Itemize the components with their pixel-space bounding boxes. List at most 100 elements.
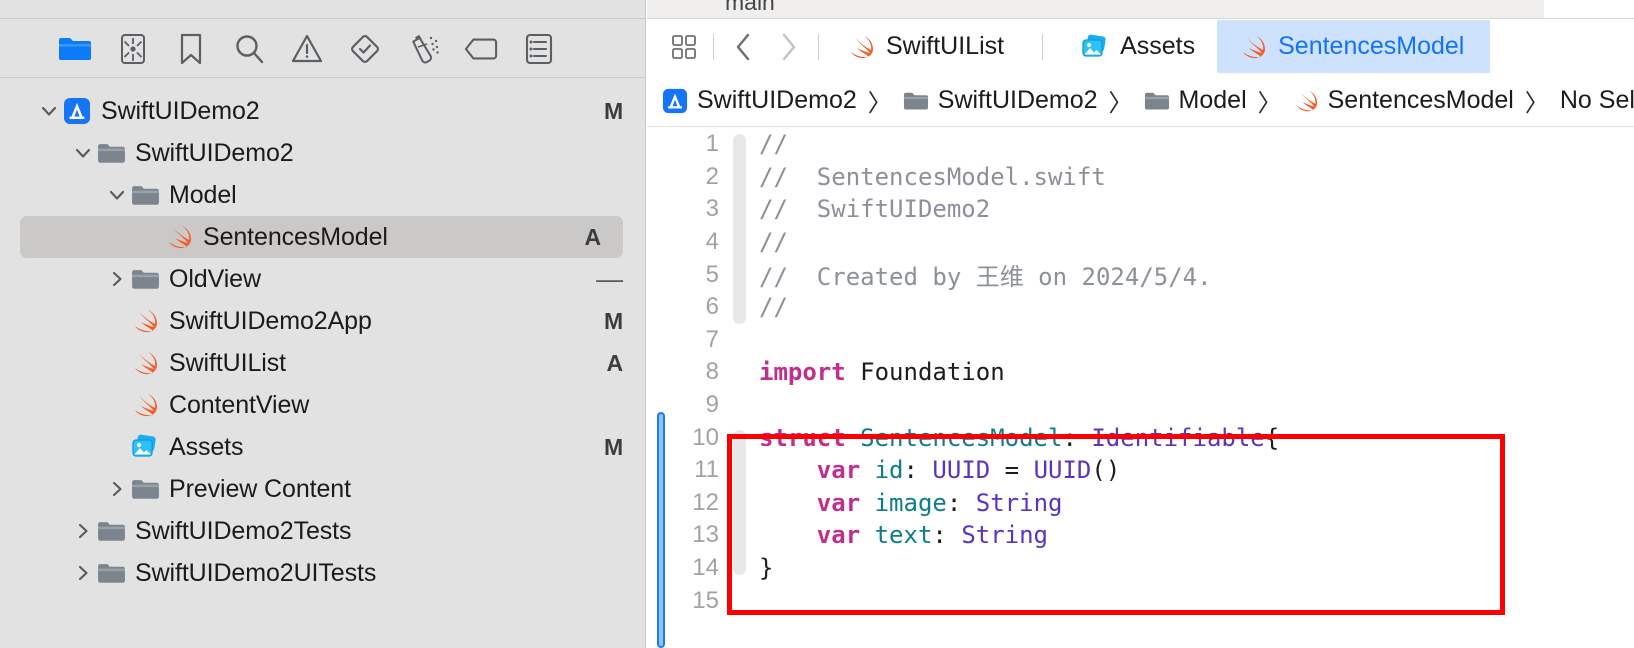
issue-navigator-icon[interactable] [290, 32, 324, 66]
code-line-text: var id: UUID = UUID() [759, 456, 1120, 484]
code-line[interactable]: 8 import Foundation [647, 356, 1634, 389]
code-line[interactable]: 15 [647, 584, 1634, 617]
line-number: 2 [705, 162, 719, 190]
show-editor-options-icon[interactable] [661, 20, 707, 74]
swift-icon [165, 223, 193, 251]
editor-tab[interactable]: Assets [1059, 20, 1217, 73]
swift-icon [847, 33, 875, 61]
chevron-right-icon[interactable] [70, 521, 96, 541]
swift-icon [1293, 88, 1319, 114]
code-token: : [903, 456, 933, 485]
tree-row[interactable]: OldView — [0, 258, 645, 300]
tree-row[interactable]: SwiftUIDemo2Tests [0, 510, 645, 552]
code-line[interactable]: 3 // SwiftUIDemo2 [647, 193, 1634, 226]
code-token: : [932, 521, 962, 550]
folder-icon [96, 141, 126, 165]
breadcrumb[interactable]: SwiftUIDemo2 〉 SwiftUIDemo2 〉 Model 〉 Sentence… [647, 75, 1634, 127]
code-line-text: // [759, 293, 788, 321]
tree-row[interactable]: SwiftUIDemo2 [0, 132, 645, 174]
code-line[interactable]: 13 var text: String [647, 519, 1634, 552]
chevron-down-icon[interactable] [70, 143, 96, 163]
code-line[interactable]: 14} [647, 552, 1634, 585]
find-navigator-icon[interactable] [232, 32, 266, 66]
debug-navigator-icon[interactable] [406, 32, 440, 66]
code-line[interactable]: 9 [647, 389, 1634, 422]
code-token: // [759, 130, 788, 159]
project-navigator-icon[interactable] [58, 32, 92, 66]
code-token: String [961, 521, 1049, 550]
source-control-navigator-icon[interactable] [116, 32, 150, 66]
code-line[interactable]: 12 var image: String [647, 487, 1634, 520]
assets-icon [130, 433, 160, 461]
navigate-forward-icon[interactable] [766, 20, 812, 74]
editor-tab-label: SwiftUIList [886, 32, 1005, 60]
code-line[interactable]: 4 // [647, 226, 1634, 259]
code-token: var [816, 521, 861, 550]
code-token: SentencesModel [860, 423, 1063, 452]
tree-row[interactable]: SentencesModel A [20, 216, 623, 258]
chevron-down-icon[interactable] [36, 101, 62, 121]
tree-row[interactable]: ContentView [0, 384, 645, 426]
code-line[interactable]: 10 struct SentencesModel: Identifiable{ [647, 421, 1634, 454]
tree-row[interactable]: SwiftUIDemo2UITests [0, 552, 645, 594]
line-number: 8 [705, 358, 719, 386]
code-token: () [1091, 456, 1121, 485]
editor-tab[interactable]: SwiftUIList [825, 20, 1026, 73]
assets-icon [131, 433, 159, 461]
tree-row[interactable]: Model [0, 174, 645, 216]
folder-icon [130, 183, 160, 207]
tree-row[interactable]: Preview Content [0, 468, 645, 510]
code-token: : [1062, 423, 1092, 452]
tree-row[interactable]: SwiftUIList A [0, 342, 645, 384]
code-token: String [975, 488, 1063, 517]
line-number: 14 [692, 554, 719, 582]
code-line[interactable]: 6 // [647, 291, 1634, 324]
editor-tab-label: Assets [1120, 32, 1196, 60]
swift-icon [131, 307, 159, 335]
code-token: text [874, 521, 933, 550]
tree-item-label: ContentView [169, 390, 310, 419]
tree-row[interactable]: SwiftUIDemo2 M [0, 90, 645, 132]
tree-row[interactable]: Assets M [0, 426, 645, 468]
breadcrumb-item[interactable]: Model [1144, 86, 1247, 115]
chevron-down-icon[interactable] [104, 185, 130, 205]
project-file-tree[interactable]: SwiftUIDemo2 M SwiftUIDemo2 Model SentencesM… [0, 79, 645, 648]
tree-item-label: Preview Content [169, 474, 351, 503]
breadcrumb-item[interactable]: SwiftUIDemo2 [903, 86, 1098, 115]
bookmark-navigator-icon[interactable] [174, 32, 208, 66]
tree-item-label: SwiftUIDemo2 [135, 138, 294, 167]
chevron-right-icon[interactable] [104, 269, 130, 289]
code-line[interactable]: 5 // Created by 王维 on 2024/5/4. [647, 258, 1634, 292]
chevron-right-icon[interactable] [104, 479, 130, 499]
swift-icon [131, 349, 159, 377]
breakpoint-navigator-icon[interactable] [464, 32, 498, 66]
navigate-back-icon[interactable] [720, 20, 766, 74]
breadcrumb-label: No Selection [1559, 86, 1634, 114]
chevron-right-icon[interactable] [70, 563, 96, 583]
code-line[interactable]: 7 [647, 324, 1634, 357]
breadcrumb-item[interactable]: SentencesModel [1293, 86, 1514, 115]
folder-icon [131, 267, 160, 291]
code-line[interactable]: 1 // [647, 128, 1634, 161]
swift-icon [130, 349, 160, 377]
twisty-down [73, 143, 93, 163]
editor-tab[interactable]: SentencesModel [1217, 20, 1491, 73]
code-token: // SwiftUIDemo2 [759, 195, 991, 224]
tree-item-label: SwiftUIDemo2 [101, 96, 260, 125]
tree-row[interactable]: SwiftUIDemo2App M [0, 300, 645, 342]
tree-item-label: SwiftUIDemo2App [169, 306, 372, 335]
code-line[interactable]: 2 // SentencesModel.swift [647, 161, 1634, 194]
breadcrumb-item[interactable]: No Selection [1560, 86, 1634, 115]
code-token: import [759, 358, 846, 387]
source-code-editor[interactable]: 1 // 2 // SentencesModel.swift 3 // SwiftUIDe… [647, 128, 1634, 648]
report-navigator-icon[interactable] [522, 32, 556, 66]
file-status-badge: A [606, 349, 623, 376]
test-navigator-icon[interactable] [348, 32, 382, 66]
line-number: 11 [694, 456, 719, 484]
code-line[interactable]: 11 var id: UUID = UUID() [647, 454, 1634, 487]
breadcrumb-item[interactable]: SwiftUIDemo2 [662, 86, 857, 115]
code-token: image [874, 488, 947, 517]
